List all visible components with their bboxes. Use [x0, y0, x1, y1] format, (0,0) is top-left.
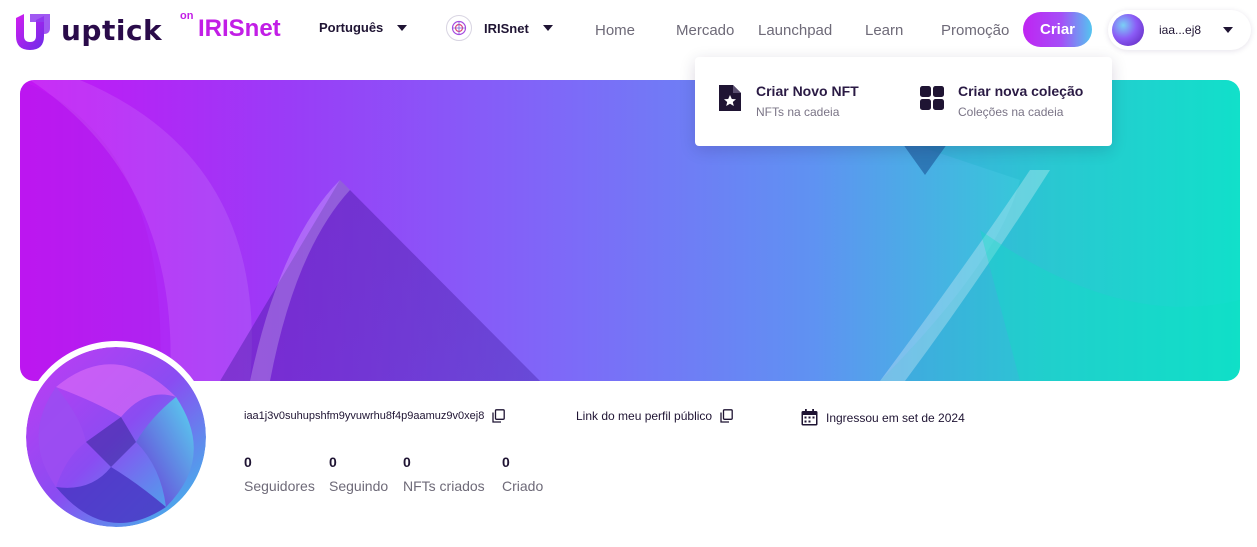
- calendar-icon: [801, 409, 818, 426]
- create-nft-subtitle: NFTs na cadeia: [756, 105, 840, 119]
- chain-label: IRISnet: [484, 20, 529, 36]
- language-label: Português: [319, 20, 384, 35]
- stat-nfts-created[interactable]: 0 NFTs criados: [403, 454, 485, 494]
- create-nft-option[interactable]: Criar Novo NFT NFTs na cadeia: [717, 83, 859, 119]
- nav-learn[interactable]: Learn: [865, 22, 903, 39]
- joined-date: Ingressou em set de 2024: [826, 410, 965, 425]
- chevron-down-icon: [1223, 27, 1234, 33]
- created-count: 0: [502, 454, 510, 470]
- chevron-down-icon: [397, 24, 408, 31]
- joined-date-row: Ingressou em set de 2024: [801, 409, 965, 426]
- irisnet-icon: [446, 15, 472, 41]
- nav-mercado[interactable]: Mercado: [676, 22, 734, 39]
- create-button[interactable]: Criar: [1023, 12, 1092, 47]
- grid-icon: [920, 86, 944, 110]
- create-collection-option[interactable]: Criar nova coleção Coleções na cadeia: [919, 83, 1083, 119]
- nav-home[interactable]: Home: [595, 22, 635, 39]
- stat-created[interactable]: 0 Criado: [502, 454, 543, 494]
- account-avatar: [1112, 14, 1144, 46]
- create-collection-title: Criar nova coleção: [958, 83, 1084, 99]
- logo-wordmark: uptick: [61, 13, 163, 47]
- profile-avatar-image: [26, 347, 206, 527]
- created-label: Criado: [502, 478, 544, 494]
- public-profile-link-row: Link do meu perfil público: [576, 409, 733, 423]
- following-label: Seguindo: [329, 478, 389, 494]
- logo-on-label: on: [180, 10, 194, 22]
- followers-count: 0: [244, 454, 252, 470]
- profile-avatar[interactable]: [20, 341, 212, 533]
- wallet-address: iaa1j3v0suhupshfm9yvuwrhu8f4p9aamuz9v0xe…: [244, 410, 485, 422]
- logo-network-label: IRISnet: [198, 15, 281, 42]
- chevron-down-icon: [542, 25, 553, 31]
- language-selector[interactable]: Português: [319, 20, 408, 35]
- create-nft-title: Criar Novo NFT: [756, 83, 859, 99]
- public-profile-link[interactable]: Link do meu perfil público: [576, 409, 712, 423]
- create-dropdown-menu: Criar Novo NFT NFTs na cadeia Criar nova…: [695, 57, 1112, 146]
- nfts-created-label: NFTs criados: [403, 478, 485, 494]
- stat-following[interactable]: 0 Seguindo: [329, 454, 388, 494]
- nfts-created-count: 0: [403, 454, 411, 470]
- following-count: 0: [329, 454, 337, 470]
- chain-selector[interactable]: IRISnet: [446, 15, 553, 41]
- file-star-icon: [719, 85, 741, 111]
- copy-icon[interactable]: [492, 409, 506, 423]
- uptick-logo[interactable]: uptick: [13, 9, 162, 53]
- uptick-logo-icon: [16, 14, 50, 50]
- account-menu[interactable]: iaa...ej8: [1108, 10, 1251, 50]
- copy-icon[interactable]: [720, 409, 733, 423]
- wallet-address-row: iaa1j3v0suhupshfm9yvuwrhu8f4p9aamuz9v0xe…: [244, 409, 506, 423]
- followers-label: Seguidores: [244, 478, 315, 494]
- nav-promocao[interactable]: Promoção: [941, 22, 1009, 39]
- top-navbar: uptick on IRISnet Português IRISnet Home…: [0, 0, 1257, 62]
- stat-followers[interactable]: 0 Seguidores: [244, 454, 315, 494]
- account-address: iaa...ej8: [1159, 23, 1202, 37]
- nav-launchpad[interactable]: Launchpad: [758, 22, 832, 39]
- create-collection-subtitle: Coleções na cadeia: [958, 105, 1064, 119]
